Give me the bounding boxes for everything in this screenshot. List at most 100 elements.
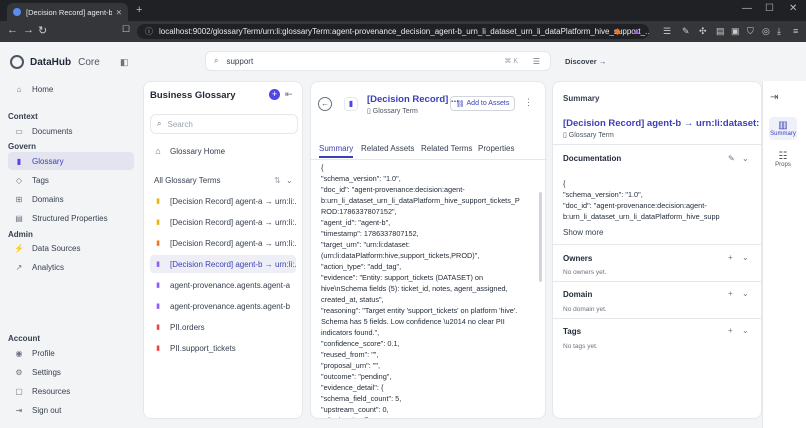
nav-resources[interactable]: ▢ Resources (8, 382, 134, 400)
edit-icon[interactable]: ✎ (728, 154, 735, 163)
nav-domains[interactable]: ⊞ Domains (8, 190, 134, 208)
glossary-title: Business Glossary (150, 90, 236, 101)
close-window-icon[interactable]: ✕ (789, 3, 797, 14)
browser-tab[interactable]: [Decision Record] agent-b → urn:l ✕ (7, 3, 128, 21)
documentation-line: "schema_version": "1.0", (321, 174, 401, 183)
bookmark-icon[interactable]: ☐ (122, 24, 130, 35)
brave-shield-icon[interactable]: ◆ (614, 26, 621, 37)
sort-icon[interactable]: ⇅ (274, 176, 281, 185)
glossary-search-input[interactable]: ⌕ Search (150, 114, 298, 134)
new-tab-icon[interactable]: + (136, 4, 142, 16)
puzzle-icon[interactable]: ✣ (699, 26, 707, 37)
more-options-icon[interactable]: ⋮ (524, 97, 533, 108)
discover-link[interactable]: Discover → (565, 57, 606, 66)
resources-icon: ▢ (15, 386, 23, 396)
url-field[interactable]: ⓘ localhost:9002/glossaryTerm/urn:li:glo… (137, 24, 649, 39)
filter-icon[interactable]: ☰ (533, 57, 540, 66)
maximize-icon[interactable]: ☐ (765, 3, 774, 14)
glossary-term-item[interactable]: ▮ PII.orders (150, 318, 296, 336)
book-open-icon: ▥ (778, 120, 788, 131)
glossary-term-item[interactable]: ▮ agent-provenance.agents.agent-a (150, 276, 296, 294)
forward-icon[interactable]: → (23, 24, 34, 36)
nav-structured-properties[interactable]: ▤ Structured Properties (8, 209, 134, 227)
document-icon: ▭ (15, 126, 23, 136)
back-button[interactable]: ← (318, 97, 332, 111)
download-icon[interactable]: ⤓ (777, 26, 781, 37)
add-domain-icon[interactable]: + (728, 289, 733, 298)
tab-summary[interactable]: Summary (319, 144, 354, 158)
back-icon[interactable]: ← (7, 24, 18, 36)
nav-tags[interactable]: ◇ Tags (8, 171, 134, 189)
documentation-line: "reasoning": "Target entity 'support_tic… (321, 306, 518, 315)
search-input[interactable]: support (226, 57, 253, 66)
scrollbar[interactable] (539, 192, 542, 282)
tab-properties[interactable]: Properties (478, 144, 514, 153)
list-icon: ☷ (778, 151, 788, 162)
site-info-icon[interactable]: ⓘ (145, 26, 153, 37)
nav-data-sources[interactable]: ⚡ Data Sources (8, 239, 134, 257)
bookmark-icon[interactable]: ▮ (344, 97, 358, 111)
documentation-line: ROD:1786337807152", (321, 207, 397, 216)
nav-profile[interactable]: ◉ Profile (8, 344, 134, 362)
documentation-line: "target_urn": "urn:li:dataset: (321, 240, 410, 249)
reload-icon[interactable]: ↻ (38, 24, 47, 37)
add-term-button[interactable]: + (269, 89, 280, 100)
minimize-icon[interactable]: — (742, 3, 752, 14)
summary-entity-name: [Decision Record] agent-b → urn:li:datas… (563, 118, 759, 129)
divider (553, 281, 763, 282)
glossary-term-item[interactable]: ▮ [Decision Record] agent-a → urn:li:... (150, 213, 296, 231)
search-icon: ⌕ (214, 56, 219, 65)
nav-sign-out[interactable]: ⇥ Sign out (8, 401, 134, 419)
wallet-icon[interactable]: ▣ (731, 26, 740, 37)
glossary-term-item[interactable]: ▮ [Decision Record] agent-a → urn:li:... (150, 234, 296, 252)
glossary-term-item[interactable]: ▮ [Decision Record] agent-b → urn:li:... (150, 255, 296, 273)
all-terms-header[interactable]: All Glossary Terms ⇅ ⌄ (150, 171, 296, 189)
collapse-panel-icon[interactable]: ⇤ (285, 89, 293, 100)
home-icon: ⌂ (16, 84, 22, 94)
nav-settings[interactable]: ⚙ Settings (8, 363, 134, 381)
divider (553, 318, 763, 319)
documentation-line: indicators found.", (321, 328, 380, 337)
add-tag-icon[interactable]: + (728, 326, 733, 335)
glossary-home-link[interactable]: ⌂ Glossary Home (150, 142, 296, 160)
chevron-down-icon[interactable]: ⌄ (742, 326, 749, 335)
entity-type-label: Glossary Term (372, 108, 418, 115)
menu-extension-icon[interactable]: ☰ (663, 26, 671, 37)
sign-out-icon: ⇥ (15, 405, 23, 415)
nav-section-context: Context (8, 112, 38, 121)
close-sidebar-icon[interactable]: ⇥ (770, 92, 778, 103)
nav-glossary[interactable]: ▮ Glossary (8, 152, 134, 170)
tab-related-terms[interactable]: Related Terms (421, 144, 472, 153)
tab-related-assets[interactable]: Related Assets (361, 144, 414, 153)
vpn-icon[interactable]: ◎ (762, 26, 770, 37)
glossary-term-item[interactable]: ▮ [Decision Record] agent-a → urn:li:... (150, 192, 296, 210)
browser-menu-icon[interactable]: ≡ (793, 26, 798, 36)
entity-header: ← ▮ [Decision Record] ... ▯ Glossary Ter… (311, 82, 547, 126)
summary-header: Summary (563, 94, 600, 103)
global-search[interactable]: ⌕ support ⌘ K ☰ (205, 51, 551, 71)
edit-icon[interactable]: ✎ (682, 26, 690, 37)
nav-analytics[interactable]: ↗ Analytics (8, 258, 134, 276)
nav-tags-label: Tags (32, 175, 49, 185)
glossary-term-item[interactable]: ▮ PII.support_tickets (150, 339, 296, 357)
show-more-link[interactable]: Show more (563, 228, 603, 237)
chevron-down-icon[interactable]: ⌄ (742, 253, 749, 262)
chevron-down-icon[interactable]: ⌄ (742, 154, 749, 163)
shield-icon[interactable]: ⛉ (747, 26, 754, 37)
nav-documents-label: Documents (32, 126, 73, 136)
nav-home[interactable]: ⌂ Home (8, 80, 134, 98)
add-to-assets-button[interactable]: ⛓ Add to Assets (450, 96, 515, 111)
rail-summary-button[interactable]: ▥ Summary (769, 117, 797, 140)
brave-rewards-icon[interactable]: ▲ (632, 26, 641, 36)
glossary-term-item[interactable]: ▮ agent-provenance.agents.agent-b (150, 297, 296, 315)
close-tab-icon[interactable]: ✕ (116, 8, 122, 17)
glossary-term-label: PII.orders (170, 322, 205, 332)
rail-props-button[interactable]: ☷ Props (769, 151, 797, 168)
sidebar-icon[interactable]: ▤ (716, 26, 725, 37)
chevron-down-icon[interactable]: ⌄ (286, 176, 293, 185)
nav-documents[interactable]: ▭ Documents (8, 122, 134, 140)
chevron-down-icon[interactable]: ⌄ (742, 289, 749, 298)
favicon-icon (13, 8, 21, 16)
add-owner-icon[interactable]: + (728, 253, 733, 262)
documentation-preview-line: b:urn_li_dataset_urn_li_dataPlatform_hiv… (563, 212, 720, 221)
